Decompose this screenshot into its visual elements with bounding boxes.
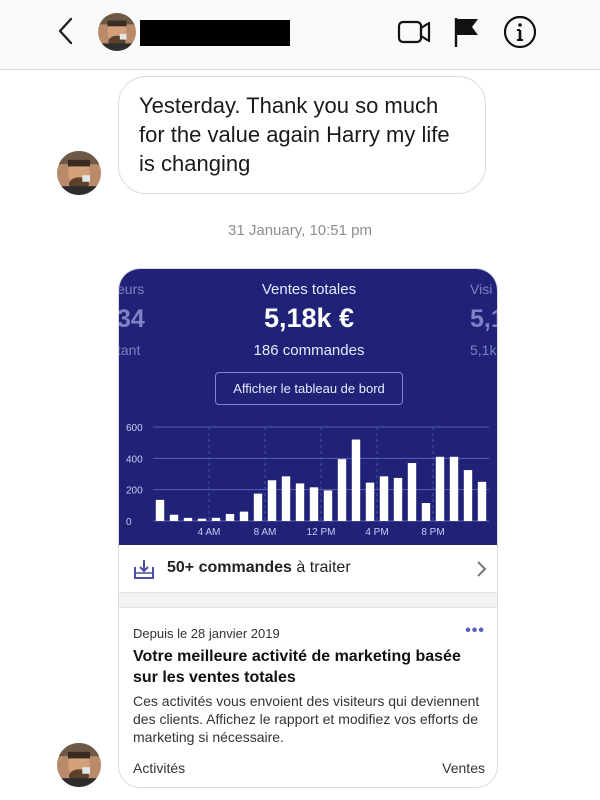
sales-dashboard-panel: eurs 34 tant Ventes totales 5,18k € 186 … <box>119 269 497 545</box>
chart-bar <box>337 459 347 521</box>
chart-bar <box>155 499 165 521</box>
more-options-icon[interactable]: ••• <box>465 622 485 640</box>
x-tick-label: 12 PM <box>307 527 336 538</box>
video-call-icon[interactable] <box>396 14 432 50</box>
orders-to-process-row[interactable]: 50+ commandes à traiter <box>119 545 497 593</box>
sender-avatar[interactable] <box>57 151 101 195</box>
total-sales-value: 5,18k € <box>263 303 355 333</box>
redacted-username <box>140 20 290 46</box>
message-bubble[interactable]: Yesterday. Thank you so much for the val… <box>118 76 486 194</box>
activity-date: Depuis le 28 janvier 2019 <box>133 626 280 641</box>
right-partial-value: 5,1 <box>470 305 497 333</box>
chart-bar <box>211 517 221 521</box>
y-tick-label: 600 <box>126 423 143 434</box>
sales-column-label: Ventes <box>442 760 485 776</box>
activity-description: Ces activités vous envoient des visiteur… <box>133 693 480 745</box>
y-tick-label: 0 <box>126 517 132 528</box>
x-tick-label: 4 PM <box>365 527 388 538</box>
x-tick-label: 8 AM <box>254 527 277 538</box>
flag-icon[interactable] <box>450 14 486 50</box>
sender-avatar-bottom[interactable] <box>57 743 101 787</box>
activity-title: Votre meilleure activité de marketing ba… <box>133 648 461 686</box>
chart-bar <box>309 487 319 521</box>
chart-bar <box>421 502 431 521</box>
shared-screenshot-card[interactable]: eurs 34 tant Ventes totales 5,18k € 186 … <box>118 268 498 788</box>
chart-bar <box>183 517 193 521</box>
message-timestamp: 31 January, 10:51 pm <box>228 222 372 239</box>
orders-to-process-suffix: à traiter <box>291 559 351 576</box>
chevron-right-icon <box>475 560 487 578</box>
chart-bar <box>435 456 445 521</box>
right-partial-label: Visi <box>470 281 493 297</box>
chart-bar <box>379 476 389 521</box>
x-tick-label: 4 AM <box>198 527 221 538</box>
chart-bar <box>477 481 487 521</box>
x-tick-label: 8 PM <box>421 527 444 538</box>
chart-bar <box>267 480 277 521</box>
chart-bar <box>169 514 179 521</box>
chart-bar <box>463 470 473 521</box>
right-partial-sub: 5,1k <box>470 342 497 358</box>
orders-count: 186 commandes <box>253 342 365 359</box>
chart-bar <box>393 477 403 521</box>
chart-bar <box>351 439 361 521</box>
chart-bar <box>197 518 207 521</box>
chart-bar <box>239 511 249 521</box>
view-dashboard-button[interactable]: Afficher le tableau de bord <box>215 372 403 405</box>
chart-bar <box>407 463 417 521</box>
back-icon[interactable] <box>54 16 78 46</box>
activities-column-label: Activités <box>133 760 186 776</box>
chart-bar <box>225 513 235 521</box>
chart-bar <box>295 483 305 521</box>
y-tick-label: 200 <box>126 486 143 497</box>
chart-bar <box>365 482 375 521</box>
info-icon[interactable] <box>502 14 538 50</box>
chart-bar <box>281 476 291 521</box>
marketing-activity-card[interactable]: Depuis le 28 janvier 2019 ••• Votre meil… <box>119 607 497 787</box>
message-text: Yesterday. Thank you so much for the val… <box>139 93 450 176</box>
header-avatar[interactable] <box>98 13 136 51</box>
y-tick-label: 400 <box>126 454 143 465</box>
orders-to-process-text: 50+ commandes à traiter <box>167 559 351 577</box>
total-sales-label: Ventes totales <box>261 281 357 298</box>
chart-bar <box>449 456 459 521</box>
hourly-sales-bar-chart: 600 400 200 0 4 AM 8 AM 12 PM 4 PM 8 PM <box>126 423 489 538</box>
chat-header <box>0 0 600 70</box>
chart-bar <box>253 493 263 521</box>
inbox-download-icon <box>133 558 155 580</box>
chart-bar <box>323 490 333 521</box>
orders-to-process-count: 50+ commandes <box>167 559 292 576</box>
